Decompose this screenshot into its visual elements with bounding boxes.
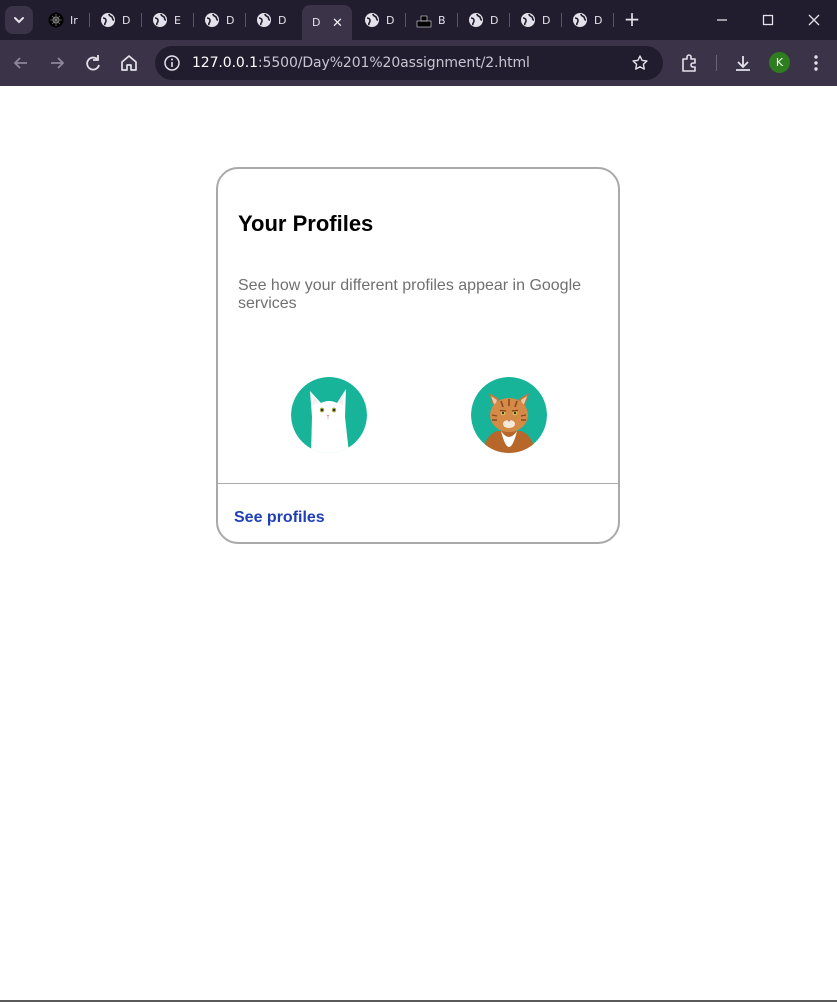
close-tab-icon[interactable]: ✕ — [332, 15, 343, 31]
globe-icon — [365, 13, 379, 27]
tab-10[interactable]: D — [562, 4, 614, 36]
back-icon[interactable] — [10, 52, 32, 74]
close-window-icon[interactable] — [802, 8, 826, 32]
tab-8[interactable]: D — [458, 4, 510, 36]
tab-9[interactable]: D — [510, 4, 562, 36]
tab-3[interactable]: D — [194, 4, 246, 36]
tab-title: D — [386, 13, 394, 27]
tab-title: D — [594, 13, 602, 27]
orange-tabby-cat-avatar — [471, 377, 547, 453]
globe-icon — [469, 13, 483, 27]
globe-icon — [153, 13, 167, 27]
white-cat-image — [291, 377, 367, 453]
white-cat-avatar — [291, 377, 367, 453]
tab-search-button[interactable] — [5, 6, 33, 34]
tab-title: D — [278, 13, 286, 27]
globe-icon — [573, 13, 587, 27]
b-icon — [416, 15, 432, 28]
tab-5-active[interactable]: D ✕ — [302, 5, 352, 40]
tab-title: D — [226, 13, 234, 27]
globe-icon — [205, 13, 219, 27]
profile-avatar-button[interactable]: K — [769, 52, 790, 73]
globe-icon — [101, 13, 115, 27]
globe-icon — [521, 13, 535, 27]
tab-title: D — [542, 13, 550, 27]
tab-4[interactable]: D — [246, 4, 298, 36]
address-host: 127.0.0.1 — [192, 55, 258, 71]
address-bar[interactable]: 127.0.0.1:5500/Day%201%20assignment/2.ht… — [155, 46, 663, 80]
tab-title: D — [490, 13, 498, 27]
address-path: :5500/Day%201%20assignment/2.html — [257, 55, 530, 71]
home-icon[interactable] — [118, 52, 140, 74]
browser-toolbar: 127.0.0.1:5500/Day%201%20assignment/2.ht… — [0, 40, 837, 86]
profiles-card: Your Profiles See how your different pro… — [216, 167, 620, 544]
new-tab-button[interactable]: + — [622, 9, 642, 29]
tab-title: E — [174, 13, 181, 27]
globe-icon — [257, 13, 271, 27]
tab-separator — [613, 13, 614, 27]
extensions-icon[interactable] — [678, 52, 700, 74]
tab-title: B — [438, 13, 446, 27]
minimize-icon[interactable] — [710, 8, 734, 32]
card-description: See how your different profiles appear i… — [238, 277, 582, 312]
tabby-cat-image — [471, 377, 547, 453]
tab-2[interactable]: E — [142, 4, 194, 36]
tab-7[interactable]: B — [406, 4, 458, 36]
maximize-icon[interactable] — [756, 8, 780, 32]
tab-strip: Ir D E D D D ✕ D B D D D + — [0, 0, 837, 40]
tab-1[interactable]: D — [90, 4, 142, 36]
app-icon — [48, 12, 64, 28]
reload-icon[interactable] — [82, 52, 104, 74]
see-profiles-link[interactable]: See profiles — [234, 509, 325, 527]
site-info-icon[interactable] — [163, 54, 181, 72]
tab-title: Ir — [70, 13, 78, 27]
tab-0[interactable]: Ir — [38, 4, 90, 36]
card-title: Your Profiles — [238, 211, 374, 236]
chevron-down-icon — [14, 17, 24, 24]
tab-title: D — [122, 13, 130, 27]
address-text: 127.0.0.1:5500/Day%201%20assignment/2.ht… — [192, 55, 530, 71]
tab-title: D — [312, 16, 320, 29]
bookmark-star-icon[interactable] — [631, 54, 649, 72]
card-divider — [218, 483, 618, 484]
more-menu-icon[interactable] — [805, 52, 827, 74]
forward-icon[interactable] — [46, 52, 68, 74]
toolbar-divider — [716, 55, 717, 71]
tab-6[interactable]: D — [354, 4, 406, 36]
download-icon[interactable] — [732, 52, 754, 74]
